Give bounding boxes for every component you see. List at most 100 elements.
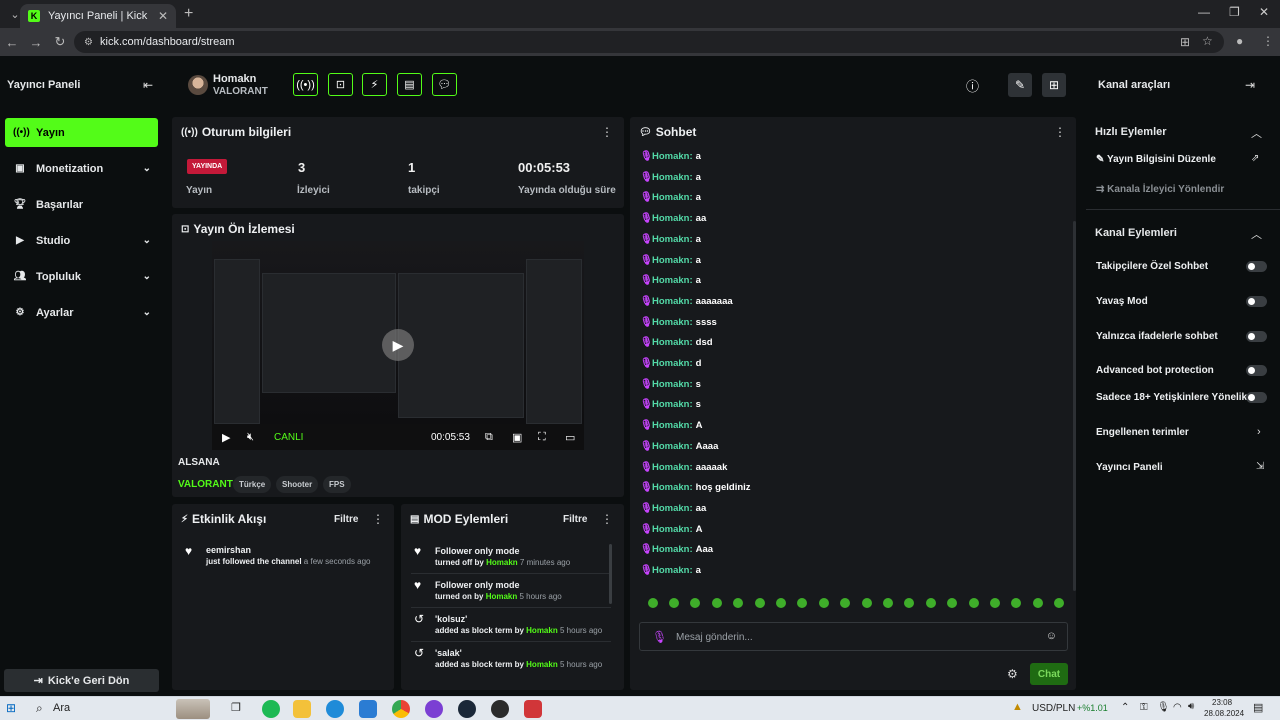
chevron-up-icon[interactable]: ︿	[1251, 226, 1262, 242]
mod-menu-icon[interactable]: ⋮	[601, 512, 613, 526]
emote-icon[interactable]	[642, 598, 663, 608]
translate-icon[interactable]: ⊞	[1180, 35, 1190, 49]
minimize-icon[interactable]: —	[1198, 5, 1210, 19]
blocked-terms-link[interactable]: Engellenen terimler	[1096, 427, 1189, 438]
emote-icon[interactable]	[856, 598, 877, 608]
tag-fps[interactable]: FPS	[323, 476, 351, 493]
network-icon[interactable]: ⚿	[1140, 702, 1148, 713]
back-icon[interactable]: ←	[0, 35, 24, 50]
reload-icon[interactable]: ↻	[48, 34, 72, 50]
followers-only-toggle[interactable]	[1246, 261, 1267, 272]
profile-icon[interactable]: ●	[1236, 34, 1243, 48]
notification-icon[interactable]: ▤	[1253, 701, 1263, 714]
add-panel-button[interactable]: ⊞	[1042, 73, 1066, 97]
chat-username[interactable]: Homakn:	[652, 151, 693, 162]
emote-icon[interactable]	[706, 598, 727, 608]
search-highlight-image[interactable]	[176, 699, 210, 719]
sidebar-item-monetization[interactable]: ▣ Monetization ⌄	[5, 154, 158, 183]
session-menu-icon[interactable]: ⋮	[601, 125, 613, 139]
chat-username[interactable]: Homakn:	[652, 317, 693, 328]
forward-icon[interactable]: →	[24, 35, 48, 50]
windows-start-icon[interactable]: ⊞	[6, 701, 16, 715]
steam-icon[interactable]	[458, 700, 476, 718]
sidebar-item-topluluk[interactable]: 👥︎ Topluluk ⌄	[5, 262, 158, 291]
chat-username[interactable]: Homakn:	[652, 544, 693, 555]
emote-icon[interactable]	[899, 598, 920, 608]
file-explorer-icon[interactable]	[293, 700, 311, 718]
sidebar-collapse-icon[interactable]: ⇤	[143, 78, 153, 92]
mod-filter-button[interactable]: Filtre	[563, 514, 587, 525]
mic-tray-icon[interactable]: 🎙︎	[1157, 702, 1170, 713]
maximize-icon[interactable]: ❐	[1229, 5, 1240, 19]
chart-icon[interactable]: ⇲	[1256, 461, 1264, 472]
mod-scrollbar[interactable]	[609, 544, 612, 604]
chat-username[interactable]: Homakn:	[652, 296, 693, 307]
tag-shooter[interactable]: Shooter	[276, 476, 319, 493]
emote-icon[interactable]	[792, 598, 813, 608]
edge-icon[interactable]	[326, 700, 344, 718]
emote-icon[interactable]	[770, 598, 791, 608]
emote-icon[interactable]	[813, 598, 834, 608]
chat-settings-icon[interactable]: ⚙	[1007, 667, 1018, 681]
search-icon[interactable]: ⌕	[36, 701, 43, 716]
chevron-right-icon[interactable]: ›	[1257, 426, 1261, 438]
right-panel-collapse-icon[interactable]: ⇥	[1245, 78, 1255, 92]
tray-chevron-icon[interactable]: ⌃	[1121, 702, 1129, 713]
pip-icon[interactable]: ▣	[512, 431, 522, 444]
task-view-icon[interactable]: ❐	[231, 701, 241, 714]
sidebar-item-studio[interactable]: ▶ Studio ⌄	[5, 226, 158, 255]
chat-username[interactable]: Homakn:	[652, 213, 693, 224]
avatar[interactable]	[188, 75, 208, 95]
emote-icon[interactable]	[941, 598, 962, 608]
spotify-icon[interactable]	[262, 700, 280, 718]
bookmark-star-icon[interactable]: ☆	[1202, 34, 1213, 48]
browser-menu-icon[interactable]: ⋮	[1262, 34, 1274, 48]
chat-username[interactable]: Homakn:	[652, 358, 693, 369]
tag-turkce[interactable]: Türkçe	[233, 476, 272, 493]
chat-message-input[interactable]	[676, 629, 1036, 645]
bot-protection-toggle[interactable]	[1246, 365, 1267, 376]
emote-icon[interactable]	[1006, 598, 1027, 608]
external-link-icon[interactable]: ⇗	[1251, 153, 1259, 164]
back-to-kick-button[interactable]: ⇥ Kick'e Geri Dön	[4, 669, 159, 692]
play-icon[interactable]: ▶	[222, 431, 230, 444]
info-icon[interactable]: ⓘ	[966, 76, 979, 95]
browser-tab[interactable]: K Yayıncı Paneli | Kick ✕	[20, 4, 176, 28]
chat-username[interactable]: Homakn:	[652, 192, 693, 203]
chat-username[interactable]: Homakn:	[652, 337, 693, 348]
chevron-up-icon[interactable]: ︿	[1251, 125, 1262, 141]
url-field[interactable]: ⚙ kick.com/dashboard/stream	[74, 31, 1224, 53]
sidebar-item-yayin[interactable]: ((•)) Yayın	[5, 118, 158, 147]
chat-username[interactable]: Homakn:	[652, 379, 693, 390]
emote-icon[interactable]	[1027, 598, 1048, 608]
chat-username[interactable]: Homakn:	[652, 234, 693, 245]
mute-icon[interactable]: 🔇︎	[247, 431, 254, 444]
emote-icon[interactable]	[728, 598, 749, 608]
site-info-icon[interactable]: ⚙	[84, 37, 93, 48]
app-icon[interactable]	[491, 700, 509, 718]
chat-username[interactable]: Homakn:	[652, 441, 693, 452]
broadcast-toggle-button[interactable]: ((•))	[293, 73, 318, 96]
play-overlay-icon[interactable]: ▶	[382, 329, 414, 361]
theater-icon[interactable]: ▭	[565, 431, 575, 444]
emote-icon[interactable]	[685, 598, 706, 608]
clock-time[interactable]: 23:08	[1212, 698, 1232, 707]
mail-icon[interactable]	[359, 700, 377, 718]
emote-icon[interactable]	[663, 598, 684, 608]
activity-filter-button[interactable]: Filtre	[334, 514, 358, 525]
chat-username[interactable]: Homakn:	[652, 482, 693, 493]
creator-dashboard-link[interactable]: Yayıncı Paneli	[1096, 462, 1163, 473]
emote-icon[interactable]	[877, 598, 898, 608]
emoji-icon[interactable]: ☺	[1046, 630, 1057, 642]
chat-username[interactable]: Homakn:	[652, 565, 693, 576]
host-channel-link[interactable]: ⇉ Kanala İzleyici Yönlendir	[1096, 184, 1224, 195]
mod-toggle-button[interactable]: ▤	[397, 73, 422, 96]
chat-username[interactable]: Homakn:	[652, 255, 693, 266]
chrome-icon[interactable]	[392, 700, 410, 718]
sidebar-item-ayarlar[interactable]: ⚙ Ayarlar ⌄	[5, 298, 158, 327]
sidebar-item-basarilar[interactable]: 🏆︎ Başarılar	[5, 190, 158, 219]
activity-toggle-button[interactable]: ⚡︎	[362, 73, 387, 96]
chat-username[interactable]: Homakn:	[652, 399, 693, 410]
emote-icon[interactable]	[835, 598, 856, 608]
obs-icon[interactable]	[425, 700, 443, 718]
